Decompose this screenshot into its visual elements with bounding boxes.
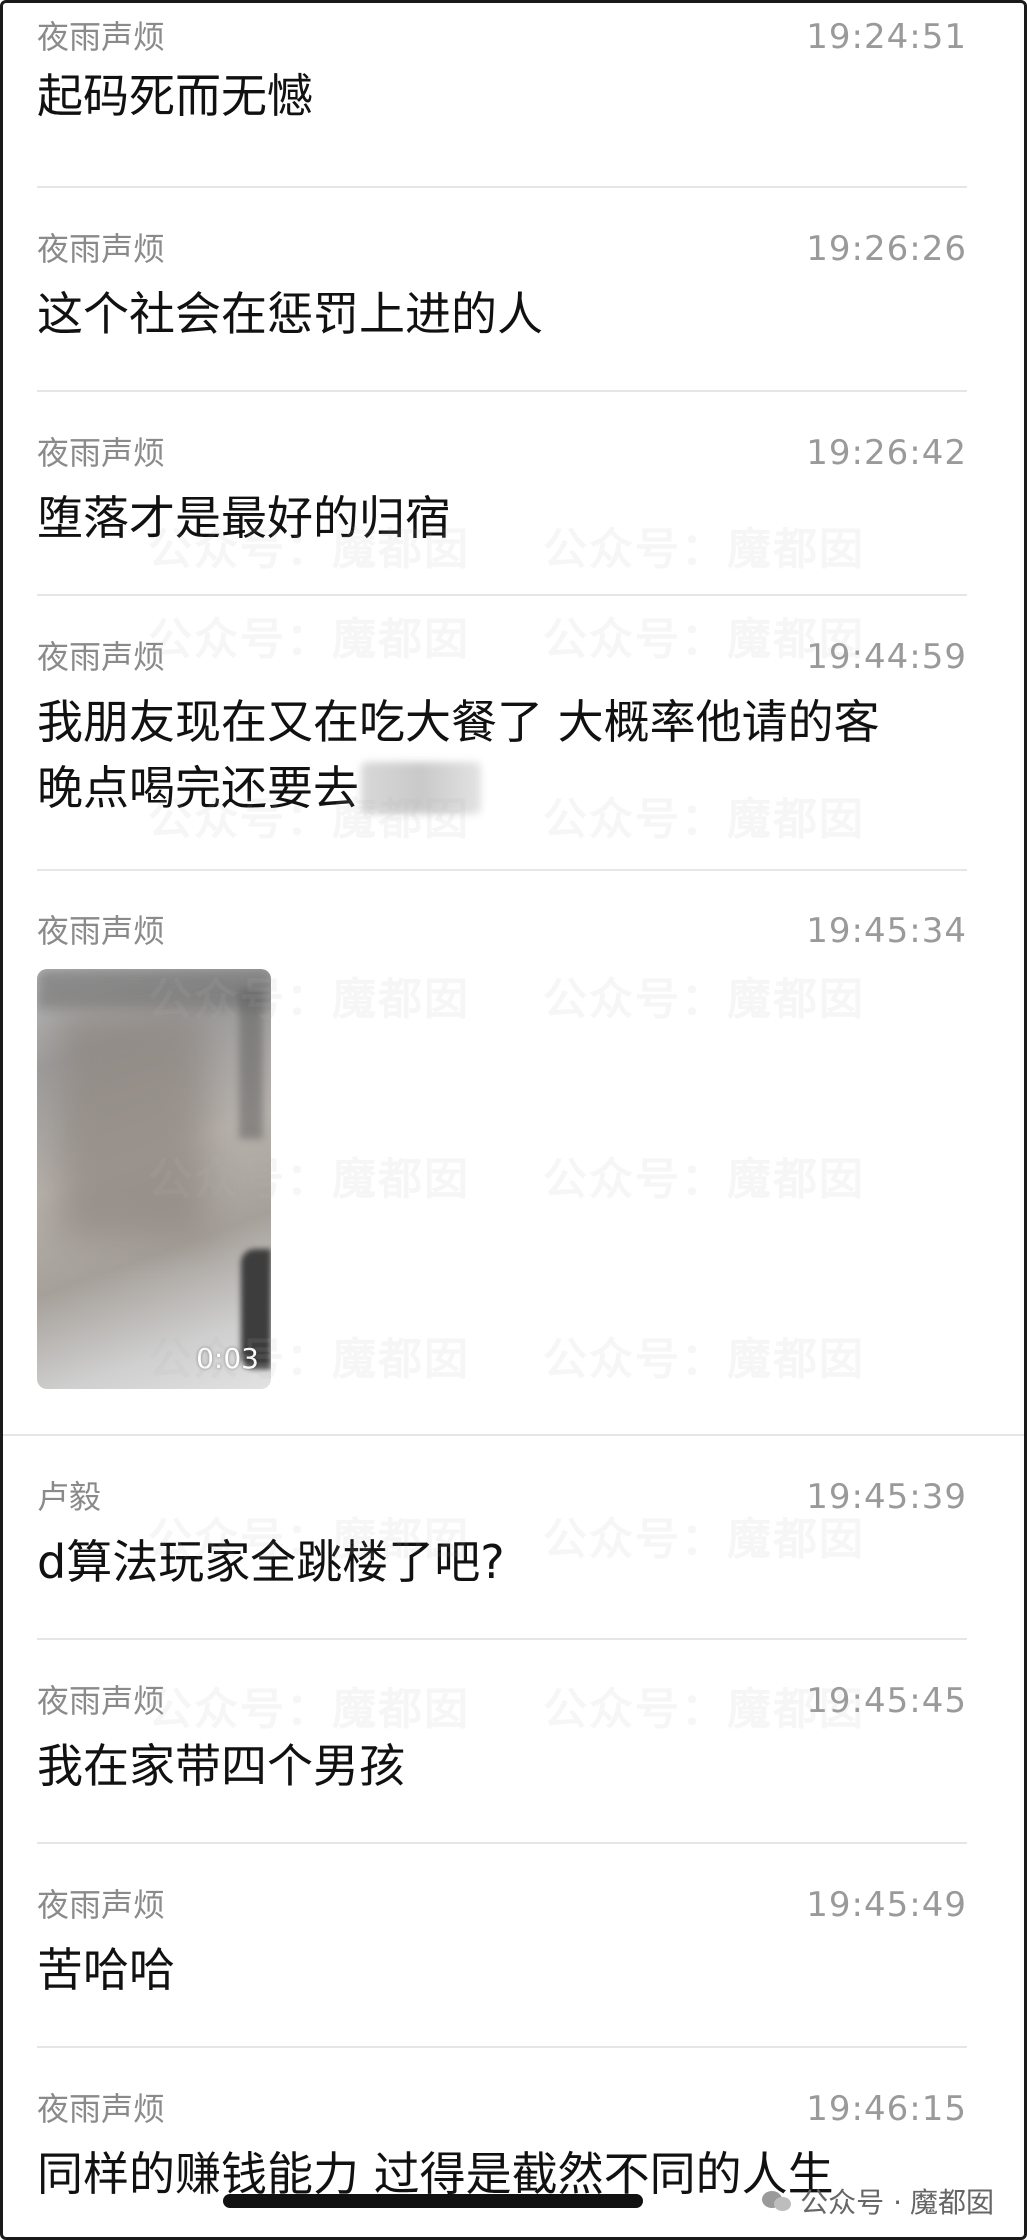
brand-watermark: 公众号 · 魔都囡 bbox=[762, 2181, 994, 2221]
chat-message[interactable]: 夜雨声烦 19:24:51 起码死而无憾 bbox=[37, 17, 967, 127]
chat-message[interactable]: 夜雨声烦 19:45:49 苦哈哈 bbox=[37, 1885, 967, 1997]
message-text: d算法玩家全跳楼了吧? bbox=[37, 1535, 505, 1589]
divider bbox=[37, 869, 967, 871]
sender-name: 卢毅 bbox=[37, 1478, 102, 1516]
divider bbox=[37, 390, 967, 392]
message-time: 19:46:15 bbox=[806, 2089, 967, 2129]
sender-name: 夜雨声烦 bbox=[37, 434, 166, 472]
blurred-text bbox=[361, 762, 481, 814]
chat-message[interactable]: 夜雨声烦 19:45:34 0:03 bbox=[37, 911, 967, 1391]
message-text: 起码死而无憾 bbox=[37, 69, 313, 123]
message-time: 19:26:42 bbox=[806, 433, 967, 473]
divider bbox=[37, 186, 967, 188]
message-text: 我在家带四个男孩 bbox=[37, 1739, 405, 1793]
sender-name: 夜雨声烦 bbox=[37, 230, 166, 268]
message-text: 苦哈哈 bbox=[37, 1943, 175, 1997]
message-time: 19:44:59 bbox=[806, 637, 967, 677]
divider bbox=[37, 1842, 967, 1844]
sender-name: 夜雨声烦 bbox=[37, 18, 166, 56]
message-text: 这个社会在惩罚上进的人 bbox=[37, 287, 543, 341]
divider bbox=[37, 1638, 967, 1640]
message-text: 我朋友现在又在吃大餐了 大概率他请的客 bbox=[37, 695, 880, 749]
sender-name: 夜雨声烦 bbox=[37, 1886, 166, 1924]
sender-name: 夜雨声烦 bbox=[37, 912, 166, 950]
message-time: 19:45:39 bbox=[806, 1477, 967, 1517]
message-text-line: 晚点喝完还要去 bbox=[37, 761, 359, 815]
divider bbox=[37, 594, 967, 596]
divider bbox=[3, 1434, 1024, 1436]
message-time: 19:45:34 bbox=[806, 911, 967, 951]
message-text: 堕落才是最好的归宿 bbox=[37, 491, 451, 545]
sender-name: 夜雨声烦 bbox=[37, 2090, 166, 2128]
message-time: 19:45:49 bbox=[806, 1885, 967, 1925]
chat-message[interactable]: 夜雨声烦 19:26:26 这个社会在惩罚上进的人 bbox=[37, 229, 967, 341]
wechat-icon bbox=[762, 2189, 792, 2213]
sender-name: 夜雨声烦 bbox=[37, 638, 166, 676]
video-thumbnail[interactable]: 0:03 bbox=[37, 969, 271, 1389]
chat-message[interactable]: 卢毅 19:45:39 d算法玩家全跳楼了吧? bbox=[37, 1477, 967, 1589]
chat-message[interactable]: 夜雨声烦 19:44:59 我朋友现在又在吃大餐了 大概率他请的客 晚点喝完还要… bbox=[37, 637, 967, 817]
chat-screen: 夜雨声烦 19:24:51 起码死而无憾 夜雨声烦 19:26:26 这个社会在… bbox=[0, 0, 1027, 2240]
chat-message[interactable]: 夜雨声烦 19:26:42 堕落才是最好的归宿 bbox=[37, 433, 967, 545]
chat-message[interactable]: 夜雨声烦 19:45:45 我在家带四个男孩 bbox=[37, 1681, 967, 1793]
divider bbox=[37, 2046, 967, 2048]
message-text: 晚点喝完还要去 bbox=[37, 755, 481, 821]
brand-prefix: 公众号 · bbox=[800, 2186, 902, 2219]
message-time: 19:45:45 bbox=[806, 1681, 967, 1721]
home-indicator[interactable] bbox=[223, 2194, 643, 2208]
brand-name: 魔都囡 bbox=[909, 2186, 994, 2219]
sender-name: 夜雨声烦 bbox=[37, 1682, 166, 1720]
video-duration: 0:03 bbox=[196, 1342, 259, 1375]
message-time: 19:26:26 bbox=[806, 229, 967, 269]
message-time: 19:24:51 bbox=[806, 17, 967, 57]
